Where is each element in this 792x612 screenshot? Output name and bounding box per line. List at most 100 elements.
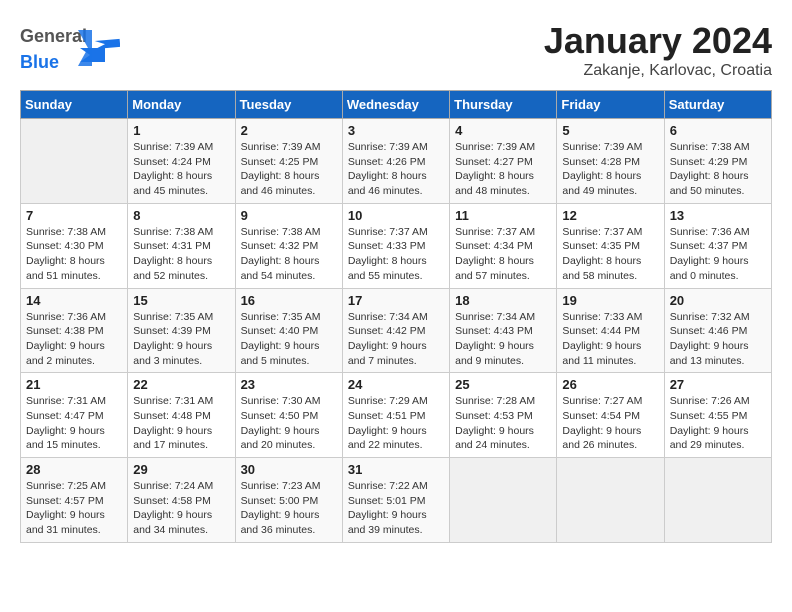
calendar-cell: 11Sunrise: 7:37 AMSunset: 4:34 PMDayligh…: [450, 203, 557, 288]
calendar-cell: 30 Sunrise: 7:23 AMSunset: 5:00 PMDayligh…: [235, 458, 342, 543]
calendar-cell: [557, 458, 664, 543]
calendar-cell: 27Sunrise: 7:26 AMSunset: 4:55 PMDayligh…: [664, 373, 771, 458]
day-number: 4: [455, 123, 551, 138]
calendar-cell: 26 Sunrise: 7:27 AMSunset: 4:54 PMDayligh…: [557, 373, 664, 458]
day-info: Sunrise: 7:38 AMSunset: 4:31 PMDaylight:…: [133, 225, 229, 284]
calendar-cell: 31 Sunrise: 7:22 AMSunset: 5:01 PMDayligh…: [342, 458, 449, 543]
calendar-week-row: 14Sunrise: 7:36 AMSunset: 4:38 PMDayligh…: [21, 288, 772, 373]
calendar-cell: 29 Sunrise: 7:24 AMSunset: 4:58 PMDayligh…: [128, 458, 235, 543]
calendar-week-row: 7 Sunrise: 7:38 AMSunset: 4:30 PMDaylight…: [21, 203, 772, 288]
calendar-week-row: 21 Sunrise: 7:31 AMSunset: 4:47 PMDayligh…: [21, 373, 772, 458]
day-info: Sunrise: 7:29 AMSunset: 4:51 PMDaylight:…: [348, 394, 444, 453]
day-info: Sunrise: 7:39 AMSunset: 4:26 PMDaylight:…: [348, 140, 444, 199]
day-info: Sunrise: 7:39 AMSunset: 4:25 PMDaylight:…: [241, 140, 337, 199]
calendar-cell: 24 Sunrise: 7:29 AMSunset: 4:51 PMDayligh…: [342, 373, 449, 458]
calendar-cell: 12 Sunrise: 7:37 AMSunset: 4:35 PMDayligh…: [557, 203, 664, 288]
calendar-cell: 9 Sunrise: 7:38 AMSunset: 4:32 PMDaylight…: [235, 203, 342, 288]
day-number: 31: [348, 462, 444, 477]
calendar-cell: 28 Sunrise: 7:25 AMSunset: 4:57 PMDayligh…: [21, 458, 128, 543]
day-number: 19: [562, 293, 658, 308]
calendar-cell: [21, 119, 128, 204]
day-number: 17: [348, 293, 444, 308]
day-info: Sunrise: 7:35 AMSunset: 4:39 PMDaylight:…: [133, 310, 229, 369]
calendar-cell: 13 Sunrise: 7:36 AMSunset: 4:37 PMDayligh…: [664, 203, 771, 288]
day-info: Sunrise: 7:34 AMSunset: 4:42 PMDaylight:…: [348, 310, 444, 369]
page-header: General Blue January 2024 Zakanje, Karlo…: [20, 20, 772, 80]
calendar-cell: 20 Sunrise: 7:32 AMSunset: 4:46 PMDayligh…: [664, 288, 771, 373]
day-number: 7: [26, 208, 122, 223]
calendar-cell: 19 Sunrise: 7:33 AMSunset: 4:44 PMDayligh…: [557, 288, 664, 373]
day-info: Sunrise: 7:36 AMSunset: 4:37 PMDaylight:…: [670, 225, 766, 284]
day-info: Sunrise: 7:23 AMSunset: 5:00 PMDaylight:…: [241, 479, 337, 538]
calendar-cell: [450, 458, 557, 543]
day-number: 28: [26, 462, 122, 477]
calendar-cell: [664, 458, 771, 543]
calendar-cell: 7 Sunrise: 7:38 AMSunset: 4:30 PMDaylight…: [21, 203, 128, 288]
calendar-cell: 18Sunrise: 7:34 AMSunset: 4:43 PMDayligh…: [450, 288, 557, 373]
day-number: 5: [562, 123, 658, 138]
day-info: Sunrise: 7:38 AMSunset: 4:29 PMDaylight:…: [670, 140, 766, 199]
day-number: 3: [348, 123, 444, 138]
calendar-cell: 15Sunrise: 7:35 AMSunset: 4:39 PMDayligh…: [128, 288, 235, 373]
day-info: Sunrise: 7:33 AMSunset: 4:44 PMDaylight:…: [562, 310, 658, 369]
day-number: 14: [26, 293, 122, 308]
calendar-cell: 10Sunrise: 7:37 AMSunset: 4:33 PMDayligh…: [342, 203, 449, 288]
day-number: 16: [241, 293, 337, 308]
day-info: Sunrise: 7:24 AMSunset: 4:58 PMDaylight:…: [133, 479, 229, 538]
day-number: 10: [348, 208, 444, 223]
logo: General Blue: [20, 20, 120, 75]
day-info: Sunrise: 7:31 AMSunset: 4:47 PMDaylight:…: [26, 394, 122, 453]
day-header-sunday: Sunday: [21, 91, 128, 119]
day-info: Sunrise: 7:38 AMSunset: 4:30 PMDaylight:…: [26, 225, 122, 284]
day-number: 6: [670, 123, 766, 138]
day-info: Sunrise: 7:37 AMSunset: 4:35 PMDaylight:…: [562, 225, 658, 284]
day-info: Sunrise: 7:30 AMSunset: 4:50 PMDaylight:…: [241, 394, 337, 453]
calendar-header-row: SundayMondayTuesdayWednesdayThursdayFrid…: [21, 91, 772, 119]
day-number: 24: [348, 377, 444, 392]
day-number: 12: [562, 208, 658, 223]
day-number: 9: [241, 208, 337, 223]
calendar-cell: 6 Sunrise: 7:38 AMSunset: 4:29 PMDaylight…: [664, 119, 771, 204]
calendar-cell: 17 Sunrise: 7:34 AMSunset: 4:42 PMDayligh…: [342, 288, 449, 373]
day-number: 2: [241, 123, 337, 138]
day-number: 1: [133, 123, 229, 138]
day-info: Sunrise: 7:38 AMSunset: 4:32 PMDaylight:…: [241, 225, 337, 284]
calendar-week-row: 28 Sunrise: 7:25 AMSunset: 4:57 PMDayligh…: [21, 458, 772, 543]
day-number: 21: [26, 377, 122, 392]
day-number: 29: [133, 462, 229, 477]
day-header-tuesday: Tuesday: [235, 91, 342, 119]
day-number: 23: [241, 377, 337, 392]
day-info: Sunrise: 7:35 AMSunset: 4:40 PMDaylight:…: [241, 310, 337, 369]
calendar-cell: 22Sunrise: 7:31 AMSunset: 4:48 PMDayligh…: [128, 373, 235, 458]
calendar-table: SundayMondayTuesdayWednesdayThursdayFrid…: [20, 90, 772, 543]
calendar-cell: 16 Sunrise: 7:35 AMSunset: 4:40 PMDayligh…: [235, 288, 342, 373]
day-info: Sunrise: 7:27 AMSunset: 4:54 PMDaylight:…: [562, 394, 658, 453]
calendar-cell: 21 Sunrise: 7:31 AMSunset: 4:47 PMDayligh…: [21, 373, 128, 458]
title-block: January 2024 Zakanje, Karlovac, Croatia: [544, 20, 772, 80]
calendar-subtitle: Zakanje, Karlovac, Croatia: [544, 62, 772, 80]
day-header-monday: Monday: [128, 91, 235, 119]
day-header-saturday: Saturday: [664, 91, 771, 119]
day-number: 26: [562, 377, 658, 392]
day-header-wednesday: Wednesday: [342, 91, 449, 119]
day-info: Sunrise: 7:25 AMSunset: 4:57 PMDaylight:…: [26, 479, 122, 538]
day-info: Sunrise: 7:32 AMSunset: 4:46 PMDaylight:…: [670, 310, 766, 369]
day-info: Sunrise: 7:22 AMSunset: 5:01 PMDaylight:…: [348, 479, 444, 538]
day-number: 25: [455, 377, 551, 392]
day-number: 8: [133, 208, 229, 223]
calendar-title: January 2024: [544, 20, 772, 62]
day-number: 13: [670, 208, 766, 223]
day-number: 18: [455, 293, 551, 308]
day-number: 20: [670, 293, 766, 308]
day-number: 27: [670, 377, 766, 392]
day-header-thursday: Thursday: [450, 91, 557, 119]
logo-svg: General Blue: [20, 20, 120, 75]
calendar-cell: 8 Sunrise: 7:38 AMSunset: 4:31 PMDaylight…: [128, 203, 235, 288]
calendar-cell: 1 Sunrise: 7:39 AMSunset: 4:24 PMDaylight…: [128, 119, 235, 204]
day-info: Sunrise: 7:39 AMSunset: 4:24 PMDaylight:…: [133, 140, 229, 199]
calendar-cell: 5Sunrise: 7:39 AMSunset: 4:28 PMDaylight…: [557, 119, 664, 204]
day-number: 11: [455, 208, 551, 223]
day-header-friday: Friday: [557, 91, 664, 119]
day-number: 30: [241, 462, 337, 477]
day-info: Sunrise: 7:28 AMSunset: 4:53 PMDaylight:…: [455, 394, 551, 453]
